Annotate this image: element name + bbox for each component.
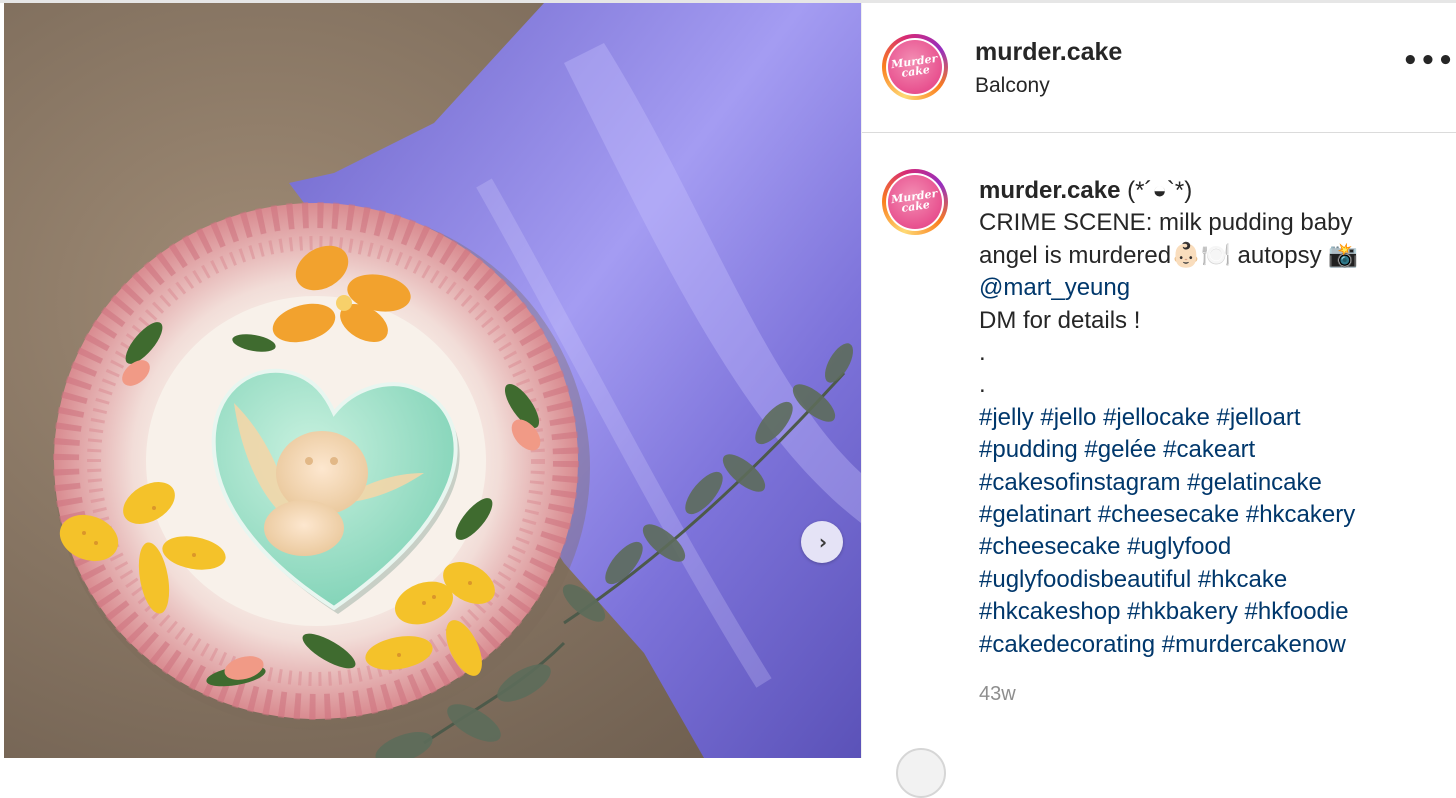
post-location[interactable]: Balcony <box>975 74 1050 98</box>
hashtag-line[interactable]: #jelly #jello #jellocake #jelloart <box>979 404 1301 431</box>
hashtag-line[interactable]: #pudding #gelée #cakeart <box>979 436 1255 463</box>
hashtag-line[interactable]: #cakesofinstagram #gelatincake <box>979 469 1322 496</box>
profile-avatar[interactable]: Murder cake <box>882 34 948 100</box>
hashtag-line[interactable]: #uglyfoodisbeautiful #hkcake <box>979 566 1287 593</box>
carousel-next-button[interactable]: › <box>801 521 843 563</box>
murder-cake-logo: Murder cake <box>888 40 942 94</box>
post-photo[interactable]: › <box>4 3 861 758</box>
hashtag-line[interactable]: #hkcakeshop #hkbakery #hkfoodie <box>979 598 1349 625</box>
caption-line: CRIME SCENE: milk pudding baby <box>979 209 1353 237</box>
caption-username[interactable]: murder.cake <box>979 177 1120 204</box>
caption-kaomoji: (*´◒`*) <box>1127 177 1193 204</box>
caption-dot: . <box>979 339 986 367</box>
hashtag-line[interactable]: #cakedecorating #murdercakenow <box>979 631 1346 658</box>
post-header: Murder cake murder.cake Balcony ••• <box>862 3 1456 133</box>
caption-line: DM for details ! <box>979 306 1141 334</box>
post-username[interactable]: murder.cake <box>975 38 1122 67</box>
post-caption: murder.cake (*´◒`*) CRIME SCENE: milk pu… <box>979 175 1439 661</box>
hashtag-line[interactable]: #cheesecake #uglyfood <box>979 533 1231 560</box>
jelly-cake-photo <box>4 3 861 758</box>
caption-avatar[interactable]: Murder cake <box>882 169 948 235</box>
more-options-button[interactable]: ••• <box>1402 48 1455 74</box>
commenter-avatar[interactable] <box>896 748 946 798</box>
mention-link[interactable]: @mart_yeung <box>979 274 1130 301</box>
murder-cake-logo: Murder cake <box>888 175 942 229</box>
caption-dot: . <box>979 371 986 399</box>
caption-line: angel is murdered👶🏻🍽️ autopsy 📸 <box>979 241 1359 269</box>
chevron-right-icon: › <box>818 530 828 554</box>
post-timestamp[interactable]: 43w <box>979 683 1016 706</box>
hashtag-line[interactable]: #gelatinart #cheesecake #hkcakery <box>979 501 1355 528</box>
